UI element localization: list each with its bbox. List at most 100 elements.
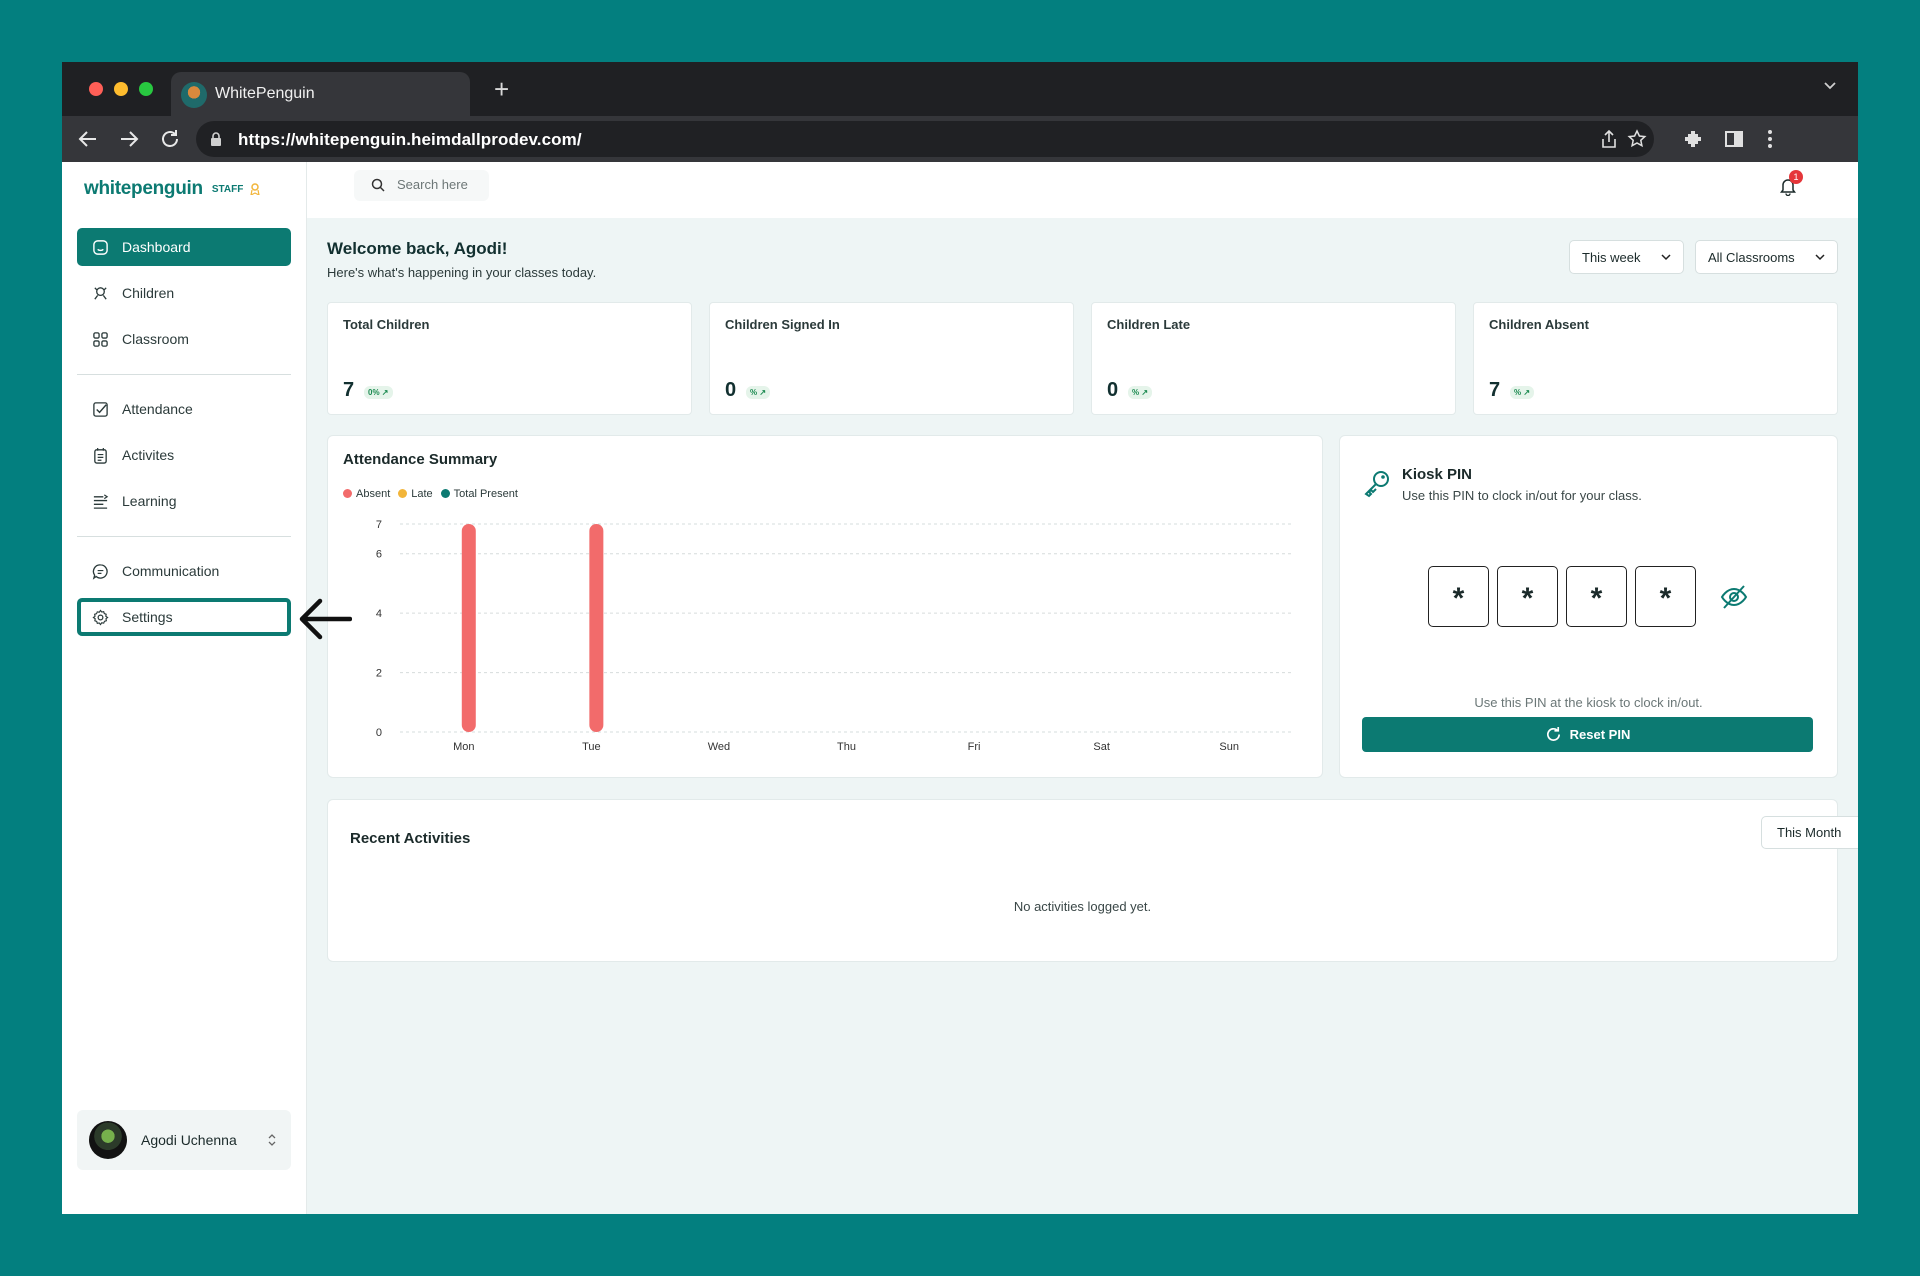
maximize-window-button[interactable] [139, 82, 153, 96]
period-select-value: This week [1582, 249, 1641, 265]
x-tick-label: Wed [708, 741, 730, 753]
sidebar-item-activities[interactable]: Activites [77, 436, 291, 474]
sidebar-item-label: Dashboard [122, 239, 191, 255]
x-tick-label: Thu [837, 741, 856, 753]
sidebar-divider [77, 374, 291, 375]
minimize-window-button[interactable] [114, 82, 128, 96]
pin-digit: * [1497, 566, 1558, 627]
arrow-left-icon [299, 598, 352, 640]
grid-icon [93, 331, 108, 347]
chevron-updown-icon [268, 1134, 276, 1146]
user-menu[interactable]: Agodi Uchenna [77, 1110, 291, 1170]
sidebar-item-label: Attendance [122, 401, 193, 417]
stat-change-badge: % ↗ [1510, 386, 1535, 399]
nav-group-activities: Attendance Activites Learning [77, 390, 291, 528]
lock-icon [211, 132, 221, 146]
search-icon [371, 178, 385, 192]
nav-group-settings: Communication Settings [77, 552, 291, 644]
url-text: https://whitepenguin.heimdallprodev.com/ [238, 130, 582, 149]
menu-kebab-icon[interactable] [1758, 127, 1782, 151]
badge-icon [250, 183, 260, 195]
sidebar-item-classroom[interactable]: Classroom [77, 320, 291, 358]
page-title: Welcome back, Agodi! [327, 239, 508, 258]
sidebar-item-label: Activites [122, 447, 175, 463]
x-tick-label: Mon [453, 741, 474, 753]
extensions-icon[interactable] [1682, 127, 1706, 151]
stat-card-total-children: Total Children 7 0% ↗ [327, 302, 692, 415]
share-icon[interactable] [1598, 128, 1620, 150]
attendance-summary-card: Attendance Summary Absent Late Total Pre… [327, 435, 1323, 778]
x-tick-label: Sat [1093, 741, 1110, 753]
search-input[interactable] [397, 177, 483, 192]
bar-absent[interactable] [589, 524, 604, 732]
browser-toolbar: https://whitepenguin.heimdallprodev.com/ [62, 116, 1858, 162]
reload-icon[interactable] [158, 127, 182, 151]
sidebar-item-label: Settings [122, 609, 173, 625]
recent-activities-card: Recent Activities This Month No activiti… [327, 799, 1858, 962]
sidebar-item-settings[interactable]: Settings [77, 598, 291, 636]
gear-icon [92, 608, 109, 626]
reset-pin-label: Reset PIN [1569, 727, 1631, 742]
stat-card-absent: Children Absent 7 % ↗ [1473, 302, 1838, 415]
y-tick-label: 4 [376, 608, 382, 620]
stat-card-late: Children Late 0 % ↗ [1091, 302, 1456, 415]
sidebar-item-learning[interactable]: Learning [77, 482, 291, 520]
kiosk-pin-card: Kiosk PIN Use this PIN to clock in/out f… [1339, 435, 1838, 778]
eye-off-icon[interactable] [1720, 584, 1748, 610]
recent-activities-title: Recent Activities [350, 830, 471, 847]
attendance-chart: 0 2 4 6 7 Mon Tue Wed Thu Fri Sat Sun [376, 519, 1293, 753]
reset-pin-button[interactable]: Reset PIN [1362, 717, 1813, 752]
pin-digit: * [1428, 566, 1489, 627]
stat-change-badge: % ↗ [746, 386, 771, 399]
x-tick-label: Fri [968, 741, 981, 753]
new-tab-button[interactable]: + [494, 76, 509, 102]
user-name: Agodi Uchenna [141, 1132, 237, 1148]
sidebar-item-label: Learning [122, 493, 177, 509]
dashboard-icon [93, 239, 108, 255]
stat-value: 7 [343, 379, 355, 401]
address-bar[interactable]: https://whitepenguin.heimdallprodev.com/ [196, 121, 1654, 157]
tab-title: WhitePenguin [215, 85, 315, 102]
sidebar-item-label: Classroom [122, 331, 189, 347]
sidebar: whitepenguin STAFF Dashboard Children Cl… [62, 162, 307, 1214]
y-tick-label: 0 [376, 727, 382, 739]
bookmark-star-icon[interactable] [1626, 128, 1648, 150]
recent-filter-select[interactable]: This Month [1761, 816, 1858, 849]
checkbox-icon [93, 401, 108, 417]
search-box[interactable] [354, 170, 489, 201]
sidebar-divider [77, 536, 291, 537]
sidebar-item-communication[interactable]: Communication [77, 552, 291, 590]
browser-tab[interactable]: WhitePenguin [171, 72, 470, 116]
back-icon[interactable] [76, 127, 100, 151]
forward-icon[interactable] [117, 127, 141, 151]
kiosk-hint: Use this PIN at the kiosk to clock in/ou… [1474, 695, 1703, 710]
chevron-down-icon[interactable] [1824, 80, 1836, 92]
classroom-select[interactable]: All Classrooms [1695, 240, 1838, 274]
x-tick-label: Tue [582, 741, 601, 753]
sidebar-item-children[interactable]: Children [77, 274, 291, 312]
recent-filter-value: This Month [1777, 825, 1842, 840]
avatar [89, 1121, 127, 1159]
x-tick-label: Sun [1219, 741, 1239, 753]
bar-absent[interactable] [461, 524, 476, 732]
period-select[interactable]: This week [1569, 240, 1684, 274]
classroom-select-value: All Classrooms [1708, 249, 1795, 265]
page-subtitle: Here's what's happening in your classes … [327, 265, 597, 280]
brand-logo[interactable]: whitepenguin STAFF [84, 178, 261, 200]
nav-group-main: Dashboard Children Classroom [77, 228, 291, 366]
stat-value: 0 [1107, 379, 1119, 401]
stat-change-badge: % ↗ [1128, 386, 1153, 399]
sidebar-item-attendance[interactable]: Attendance [77, 390, 291, 428]
empty-state-text: No activities logged yet. [1013, 899, 1152, 914]
clipboard-icon [94, 447, 107, 464]
refresh-icon [1546, 726, 1560, 741]
sidebar-item-label: Communication [122, 563, 220, 579]
chat-icon [92, 563, 108, 580]
sidepanel-icon[interactable] [1722, 127, 1746, 151]
close-window-button[interactable] [89, 82, 103, 96]
favicon-icon [181, 82, 207, 108]
sidebar-item-dashboard[interactable]: Dashboard [77, 228, 291, 266]
stat-change-badge: 0% ↗ [364, 386, 393, 399]
chevron-down-icon [1815, 254, 1825, 261]
window-controls [89, 82, 153, 96]
